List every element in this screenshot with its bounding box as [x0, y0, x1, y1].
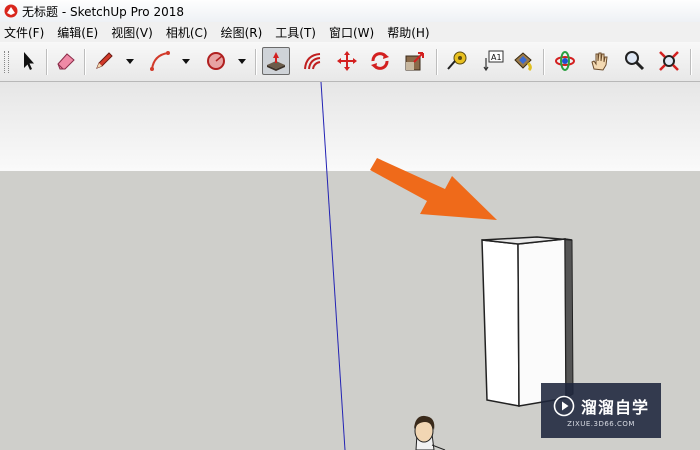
watermark-badge: 溜溜自学 ZIXUE.3D66.COM: [541, 383, 661, 438]
paint-bucket-icon: [514, 52, 532, 72]
shape-circle-icon: [207, 52, 225, 70]
shape-tool-button[interactable]: [202, 47, 230, 75]
chevron-down-icon[interactable]: [125, 56, 135, 66]
scale-tool-button[interactable]: [401, 47, 429, 75]
rotate-icon: [371, 52, 389, 70]
zoom-extents-icon: [659, 51, 679, 71]
toolbar-separator: [690, 49, 692, 75]
menu-edit[interactable]: 编辑(E): [57, 24, 98, 41]
select-arrow-icon: [24, 52, 34, 70]
zoom-icon: [625, 51, 645, 71]
eraser-icon: [57, 53, 75, 70]
push-pull-icon: [267, 52, 285, 71]
zoom-tool-button[interactable]: [620, 47, 648, 75]
push-pull-tool-button[interactable]: [262, 47, 290, 75]
scale-icon: [405, 52, 424, 71]
window-title: 无标题 - SketchUp Pro 2018: [22, 4, 184, 19]
pan-tool-button[interactable]: [585, 47, 613, 75]
move-tool-button[interactable]: [333, 47, 361, 75]
box-model[interactable]: [481, 236, 574, 407]
orbit-tool-button[interactable]: [551, 47, 579, 75]
text-tool-button[interactable]: A1: [479, 47, 507, 75]
watermark-url: ZIXUE.3D66.COM: [567, 419, 635, 428]
menu-help[interactable]: 帮助(H): [387, 24, 429, 41]
move-icon: [337, 51, 357, 71]
toolbar-separator: [436, 49, 438, 75]
toolbar-grip[interactable]: [4, 51, 9, 73]
zoom-extents-tool-button[interactable]: [655, 47, 683, 75]
arc-tool-button[interactable]: [146, 47, 174, 75]
orbit-icon: [555, 51, 575, 71]
offset-tool-button[interactable]: [298, 47, 326, 75]
menu-bar: 文件(F) 编辑(E) 视图(V) 相机(C) 绘图(R) 工具(T) 窗口(W…: [0, 22, 700, 42]
pan-hand-icon: [591, 52, 608, 71]
eraser-tool-button[interactable]: [52, 47, 80, 75]
line-tool-button[interactable]: [90, 47, 118, 75]
offset-icon: [304, 53, 321, 70]
tape-measure-icon: [447, 51, 467, 70]
rotate-tool-button[interactable]: [366, 47, 394, 75]
paint-bucket-tool-button[interactable]: [509, 47, 537, 75]
menu-draw[interactable]: 绘图(R): [221, 24, 263, 41]
menu-file[interactable]: 文件(F): [4, 24, 44, 41]
text-label-icon: A1: [483, 50, 504, 72]
arc-icon: [150, 51, 170, 71]
tape-measure-tool-button[interactable]: [443, 47, 471, 75]
svg-text:A1: A1: [491, 53, 502, 62]
pencil-line-icon: [96, 52, 113, 69]
sky: [0, 82, 700, 171]
menu-camera[interactable]: 相机(C): [166, 24, 208, 41]
toolbar-separator: [84, 49, 86, 75]
toolbar-separator: [46, 49, 48, 75]
chevron-down-icon[interactable]: [237, 56, 247, 66]
main-toolbar: A1: [0, 42, 700, 82]
menu-window[interactable]: 窗口(W): [329, 24, 374, 41]
menu-view[interactable]: 视图(V): [111, 24, 153, 41]
select-tool-button[interactable]: [14, 47, 42, 75]
toolbar-separator: [255, 49, 257, 75]
watermark-row: 溜溜自学: [553, 394, 649, 418]
chevron-down-icon[interactable]: [181, 56, 191, 66]
title-bar: 无标题 - SketchUp Pro 2018: [0, 0, 700, 22]
sketchup-logo-icon: [4, 4, 18, 18]
menu-tools[interactable]: 工具(T): [275, 24, 316, 41]
toolbar-separator: [543, 49, 545, 75]
watermark-name: 溜溜自学: [580, 397, 649, 417]
play-logo-icon: [553, 395, 575, 416]
